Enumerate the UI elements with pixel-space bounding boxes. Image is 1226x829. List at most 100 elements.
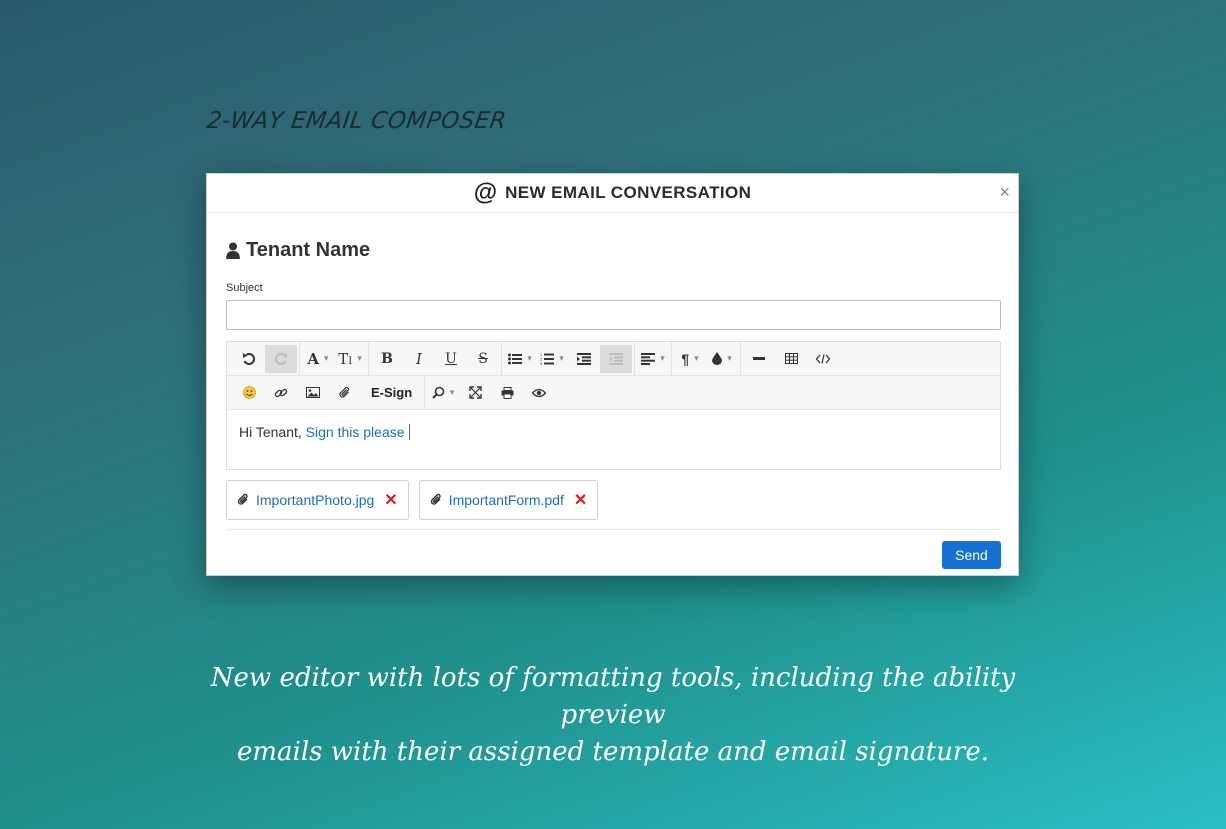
at-icon: @ xyxy=(473,179,498,206)
undo-button[interactable] xyxy=(233,345,265,373)
undo-icon xyxy=(242,352,256,366)
toolbar-row-2: E-Sign ▾ xyxy=(227,376,1000,410)
horizontal-rule-icon xyxy=(753,356,765,361)
fill-color-icon xyxy=(712,352,723,365)
strikethrough-button[interactable]: S xyxy=(467,345,499,373)
modal-body: Tenant Name Subject A ▾ TI ▾ B I U S ▾ 1… xyxy=(207,239,1018,569)
code-view-icon xyxy=(816,353,830,364)
attachment-item[interactable]: ImportantPhoto.jpg ✕ xyxy=(226,480,409,520)
font-color-button[interactable]: A ▾ xyxy=(302,345,334,373)
sign-link[interactable]: Sign this please xyxy=(306,424,405,440)
bulleted-list-button[interactable]: ▾ xyxy=(504,345,536,373)
align-icon xyxy=(641,352,656,365)
align-button[interactable]: ▾ xyxy=(637,345,669,373)
fullscreen-button[interactable] xyxy=(459,379,491,407)
underline-button[interactable]: U xyxy=(435,345,467,373)
text-cursor xyxy=(408,424,410,440)
modal-footer: Send xyxy=(226,541,1001,569)
remove-attachment-icon[interactable]: ✕ xyxy=(574,490,587,510)
preview-button[interactable] xyxy=(523,379,555,407)
italic-icon: I xyxy=(416,349,422,368)
esign-label: E-Sign xyxy=(371,385,413,400)
numbered-list-button[interactable]: 1 2 3 ▾ xyxy=(536,345,568,373)
numbered-list-icon: 123 xyxy=(540,352,555,365)
attachment-item[interactable]: ImportantForm.pdf ✕ xyxy=(418,480,599,520)
rich-text-editor: A ▾ TI ▾ B I U S ▾ 1 2 3 ▾ ▾ ¶ ▾ ▾ E-Sig… xyxy=(226,341,1001,470)
chevron-down-icon: ▾ xyxy=(559,353,564,363)
strikethrough-icon: S xyxy=(478,350,488,367)
esign-button[interactable]: E-Sign xyxy=(361,379,422,407)
paragraph-group: ¶ ▾ ▾ xyxy=(672,342,741,375)
image-button[interactable] xyxy=(297,379,329,407)
image-icon xyxy=(306,387,320,398)
view-group: ▾ xyxy=(425,376,557,409)
bold-icon: B xyxy=(381,350,393,367)
remove-attachment-icon[interactable]: ✕ xyxy=(384,490,397,510)
attachment-name[interactable]: ImportantForm.pdf xyxy=(449,492,564,508)
paragraph-icon: ¶ xyxy=(681,350,690,367)
outdent-button[interactable] xyxy=(600,344,632,373)
underline-icon: U xyxy=(445,350,457,367)
paperclip-icon xyxy=(430,493,443,507)
chevron-down-icon: ▾ xyxy=(324,353,329,363)
close-button[interactable]: × xyxy=(999,183,1010,201)
user-icon xyxy=(226,242,240,259)
modal-header: @ NEW EMAIL CONVERSATION × xyxy=(207,174,1018,213)
chevron-down-icon: ▾ xyxy=(660,353,665,363)
subject-input[interactable] xyxy=(226,300,1001,330)
emoji-icon xyxy=(242,386,256,399)
chevron-down-icon: ▾ xyxy=(694,353,699,363)
paperclip-icon xyxy=(237,493,250,507)
footer-divider xyxy=(226,529,1001,530)
link-icon xyxy=(274,386,288,400)
emoji-button[interactable] xyxy=(233,379,265,407)
toolbar-row-1: A ▾ TI ▾ B I U S ▾ 1 2 3 ▾ ▾ ¶ ▾ ▾ xyxy=(227,342,1000,376)
attachments-list: ImportantPhoto.jpg ✕ ImportantForm.pdf ✕ xyxy=(226,480,999,520)
table-icon xyxy=(784,353,798,364)
history-group xyxy=(231,342,300,375)
insert-group xyxy=(741,342,841,375)
link-button[interactable] xyxy=(265,379,297,407)
print-button[interactable] xyxy=(491,379,523,407)
caption-line-2: emails with their assigned template and … xyxy=(236,737,990,767)
preview-icon xyxy=(532,388,547,398)
page-heading: 2-WAY EMAIL COMPOSER xyxy=(205,108,509,134)
fullscreen-icon xyxy=(468,386,482,399)
attachment-name[interactable]: ImportantPhoto.jpg xyxy=(256,492,374,508)
attach-icon xyxy=(339,386,351,400)
indent-button[interactable] xyxy=(568,345,600,373)
font-color-icon: A xyxy=(307,349,320,368)
table-button[interactable] xyxy=(775,345,807,373)
recipient-name: Tenant Name xyxy=(246,239,371,261)
fill-color-button[interactable]: ▾ xyxy=(706,345,738,373)
search-button[interactable]: ▾ xyxy=(427,379,459,407)
caption-line-1: New editor with lots of formatting tools… xyxy=(210,663,1016,730)
align-group: ▾ xyxy=(635,342,672,375)
email-modal: @ NEW EMAIL CONVERSATION × Tenant Name S… xyxy=(206,173,1019,576)
editor-content[interactable]: Hi Tenant, Sign this please xyxy=(227,410,1000,469)
horizontal-rule-button[interactable] xyxy=(743,345,775,373)
search-icon xyxy=(432,386,445,399)
subject-label: Subject xyxy=(226,282,263,294)
bold-button[interactable]: B xyxy=(371,345,403,373)
recipient: Tenant Name xyxy=(226,239,999,262)
style-group: B I U S xyxy=(369,342,502,375)
attach-button[interactable] xyxy=(329,379,361,407)
media-group: E-Sign xyxy=(231,376,426,409)
page-caption: New editor with lots of formatting tools… xyxy=(180,660,1046,771)
bulleted-list-icon xyxy=(508,353,523,365)
chevron-down-icon: ▾ xyxy=(449,387,455,397)
chevron-down-icon: ▾ xyxy=(527,353,532,363)
font-size-icon: TI xyxy=(338,349,353,368)
paragraph-button[interactable]: ¶ ▾ xyxy=(674,345,706,373)
code-view-button[interactable] xyxy=(807,345,839,373)
list-group: ▾ 1 2 3 ▾ xyxy=(502,342,635,375)
print-icon xyxy=(501,386,514,399)
font-size-button[interactable]: TI ▾ xyxy=(334,345,366,373)
redo-button[interactable] xyxy=(265,344,297,373)
font-group: A ▾ TI ▾ xyxy=(300,342,369,375)
send-button[interactable]: Send xyxy=(942,541,1001,569)
italic-button[interactable]: I xyxy=(403,345,435,373)
indent-icon xyxy=(577,352,591,365)
modal-title: NEW EMAIL CONVERSATION xyxy=(505,183,752,202)
